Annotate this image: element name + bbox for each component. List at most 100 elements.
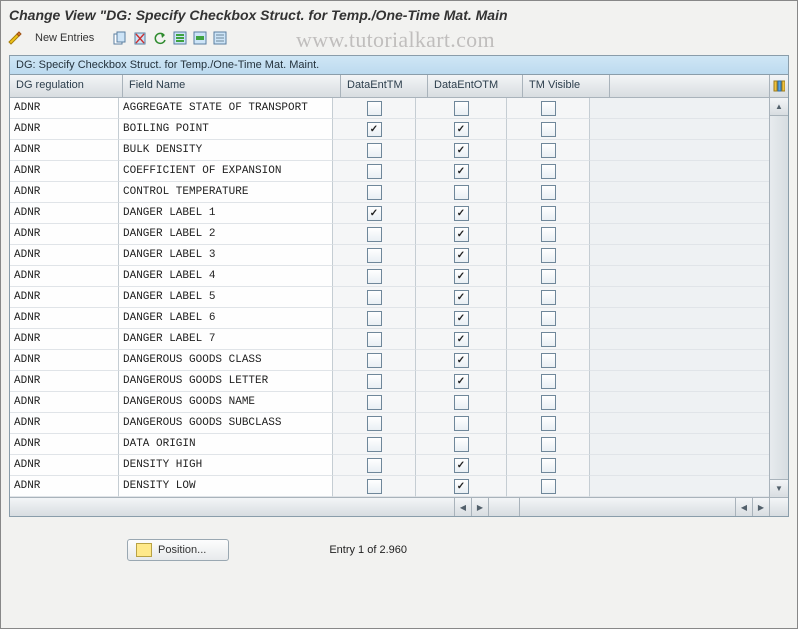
table-row[interactable]: ADNRDENSITY HIGH ✓ — [10, 455, 769, 476]
checkbox-c3[interactable] — [541, 395, 556, 410]
checkbox-c1[interactable] — [367, 164, 382, 179]
cell-field-name[interactable]: DANGEROUS GOODS LETTER — [119, 371, 333, 392]
checkbox-c1[interactable] — [367, 227, 382, 242]
table-row[interactable]: ADNRCOEFFICIENT OF EXPANSION✓ — [10, 161, 769, 182]
checkbox-c3[interactable] — [541, 311, 556, 326]
copy-as-icon[interactable] — [111, 29, 129, 47]
checkbox-c2[interactable]: ✓ — [454, 206, 469, 221]
position-button[interactable]: Position... — [127, 539, 229, 561]
checkbox-c3[interactable] — [541, 269, 556, 284]
checkbox-c3[interactable] — [541, 143, 556, 158]
hscroll-next-icon[interactable]: ◀ — [735, 498, 752, 516]
checkbox-c2[interactable]: ✓ — [454, 227, 469, 242]
table-row[interactable]: ADNRDANGEROUS GOODS SUBCLASS — [10, 413, 769, 434]
checkbox-c2[interactable] — [454, 437, 469, 452]
cell-field-name[interactable]: DANGEROUS GOODS SUBCLASS — [119, 413, 333, 434]
checkbox-c1[interactable] — [367, 395, 382, 410]
cell-regulation[interactable]: ADNR — [10, 182, 119, 203]
checkbox-c1[interactable]: ✓ — [367, 122, 382, 137]
cell-regulation[interactable]: ADNR — [10, 350, 119, 371]
checkbox-c3[interactable] — [541, 374, 556, 389]
cell-regulation[interactable]: ADNR — [10, 476, 119, 497]
select-block-icon[interactable] — [191, 29, 209, 47]
checkbox-c1[interactable] — [367, 458, 382, 473]
select-all-icon[interactable] — [171, 29, 189, 47]
cell-regulation[interactable]: ADNR — [10, 245, 119, 266]
column-header-dataentotm[interactable]: DataEntOTM — [428, 75, 523, 97]
table-row[interactable]: ADNRCONTROL TEMPERATURE — [10, 182, 769, 203]
checkbox-c1[interactable] — [367, 269, 382, 284]
table-row[interactable]: ADNRDENSITY LOW✓ — [10, 476, 769, 497]
table-row[interactable]: ADNRDANGER LABEL 6✓ — [10, 308, 769, 329]
checkbox-c1[interactable] — [367, 185, 382, 200]
cell-field-name[interactable]: DATA ORIGIN — [119, 434, 333, 455]
scroll-track[interactable] — [770, 116, 788, 479]
cell-regulation[interactable]: ADNR — [10, 455, 119, 476]
cell-field-name[interactable]: DENSITY HIGH — [119, 455, 333, 476]
checkbox-c2[interactable]: ✓ — [454, 458, 469, 473]
cell-field-name[interactable]: DANGER LABEL 4 — [119, 266, 333, 287]
checkbox-c3[interactable] — [541, 416, 556, 431]
table-row[interactable]: ADNRDANGEROUS GOODS CLASS ✓ — [10, 350, 769, 371]
column-header-regulation[interactable]: DG regulation — [10, 75, 123, 97]
deselect-all-icon[interactable] — [211, 29, 229, 47]
checkbox-c1[interactable] — [367, 479, 382, 494]
hscroll-prev-icon[interactable]: ▶ — [471, 498, 488, 516]
hscroll-last-icon[interactable]: ▶ — [752, 498, 769, 516]
checkbox-c3[interactable] — [541, 248, 556, 263]
checkbox-c3[interactable] — [541, 332, 556, 347]
new-entries-button[interactable]: New Entries — [25, 29, 104, 47]
cell-regulation[interactable]: ADNR — [10, 371, 119, 392]
column-header-dataenttm[interactable]: DataEntTM — [341, 75, 428, 97]
checkbox-c1[interactable] — [367, 437, 382, 452]
checkbox-c1[interactable] — [367, 416, 382, 431]
checkbox-c2[interactable]: ✓ — [454, 143, 469, 158]
table-row[interactable]: ADNRDANGER LABEL 2 ✓ — [10, 224, 769, 245]
checkbox-c3[interactable] — [541, 227, 556, 242]
cell-regulation[interactable]: ADNR — [10, 224, 119, 245]
checkbox-c3[interactable] — [541, 353, 556, 368]
checkbox-c1[interactable]: ✓ — [367, 206, 382, 221]
checkbox-c1[interactable] — [367, 332, 382, 347]
cell-regulation[interactable]: ADNR — [10, 119, 119, 140]
checkbox-c2[interactable]: ✓ — [454, 311, 469, 326]
checkbox-c1[interactable] — [367, 248, 382, 263]
cell-regulation[interactable]: ADNR — [10, 329, 119, 350]
cell-field-name[interactable]: DANGEROUS GOODS CLASS — [119, 350, 333, 371]
cell-field-name[interactable]: CONTROL TEMPERATURE — [119, 182, 333, 203]
checkbox-c2[interactable]: ✓ — [454, 332, 469, 347]
vertical-scrollbar[interactable]: ▲ ▼ — [769, 98, 788, 497]
table-row[interactable]: ADNRAGGREGATE STATE OF TRANSPORT — [10, 98, 769, 119]
checkbox-c3[interactable] — [541, 101, 556, 116]
checkbox-c1[interactable] — [367, 311, 382, 326]
checkbox-c3[interactable] — [541, 164, 556, 179]
checkbox-c3[interactable] — [541, 479, 556, 494]
table-row[interactable]: ADNRDATA ORIGIN — [10, 434, 769, 455]
cell-field-name[interactable]: COEFFICIENT OF EXPANSION — [119, 161, 333, 182]
checkbox-c2[interactable]: ✓ — [454, 269, 469, 284]
checkbox-c2[interactable]: ✓ — [454, 248, 469, 263]
cell-regulation[interactable]: ADNR — [10, 140, 119, 161]
cell-regulation[interactable]: ADNR — [10, 434, 119, 455]
checkbox-c3[interactable] — [541, 122, 556, 137]
table-row[interactable]: ADNRDANGER LABEL 7 ✓ — [10, 329, 769, 350]
cell-field-name[interactable]: DANGER LABEL 5 — [119, 287, 333, 308]
column-header-tmvisible[interactable]: TM Visible — [523, 75, 610, 97]
checkbox-c2[interactable]: ✓ — [454, 374, 469, 389]
cell-regulation[interactable]: ADNR — [10, 308, 119, 329]
cell-field-name[interactable]: DANGER LABEL 3 — [119, 245, 333, 266]
table-row[interactable]: ADNRBOILING POINT✓✓ — [10, 119, 769, 140]
cell-regulation[interactable]: ADNR — [10, 98, 119, 119]
hscroll-first-icon[interactable]: ◀ — [454, 498, 471, 516]
cell-field-name[interactable]: DANGEROUS GOODS NAME — [119, 392, 333, 413]
undo-change-icon[interactable] — [151, 29, 169, 47]
checkbox-c1[interactable] — [367, 101, 382, 116]
table-row[interactable]: ADNRDANGER LABEL 3 ✓ — [10, 245, 769, 266]
cell-field-name[interactable]: DANGER LABEL 2 — [119, 224, 333, 245]
cell-field-name[interactable]: AGGREGATE STATE OF TRANSPORT — [119, 98, 333, 119]
checkbox-c1[interactable] — [367, 143, 382, 158]
scroll-up-icon[interactable]: ▲ — [770, 98, 788, 116]
checkbox-c2[interactable]: ✓ — [454, 353, 469, 368]
cell-field-name[interactable]: DANGER LABEL 7 — [119, 329, 333, 350]
checkbox-c3[interactable] — [541, 206, 556, 221]
